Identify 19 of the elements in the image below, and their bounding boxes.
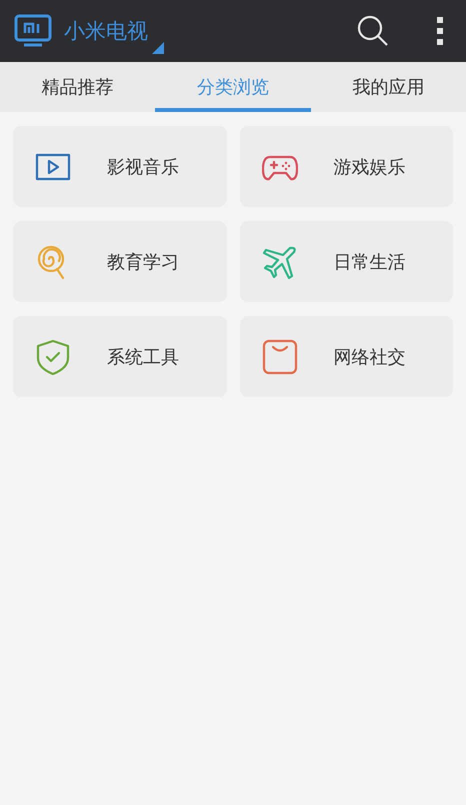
category-label: 教育学习 [107, 250, 179, 274]
tab[interactable]: 我的应用 [310, 62, 466, 112]
category-label: 系统工具 [107, 346, 179, 368]
dropdown-corner-icon[interactable] [152, 42, 164, 54]
category-label: 网络社交 [334, 346, 406, 368]
category-label: 游戏娱乐 [334, 156, 406, 178]
tv-icon [14, 14, 52, 48]
more-menu-icon[interactable] [436, 16, 444, 46]
category-card[interactable]: 游戏娱乐 [240, 126, 453, 207]
category-card[interactable]: 影视音乐 [13, 126, 226, 207]
category-label: 日常生活 [334, 250, 406, 274]
category-card[interactable]: 系统工具 [13, 316, 226, 397]
app-title: 小米电视 [64, 18, 148, 45]
search-icon[interactable] [356, 14, 390, 48]
category-label: 影视音乐 [107, 156, 179, 178]
tab[interactable]: 精品推荐 [0, 62, 156, 112]
category-card[interactable]: 网络社交 [240, 316, 453, 397]
category-card[interactable]: 教育学习 [13, 221, 226, 302]
category-card[interactable]: 日常生活 [240, 221, 453, 302]
